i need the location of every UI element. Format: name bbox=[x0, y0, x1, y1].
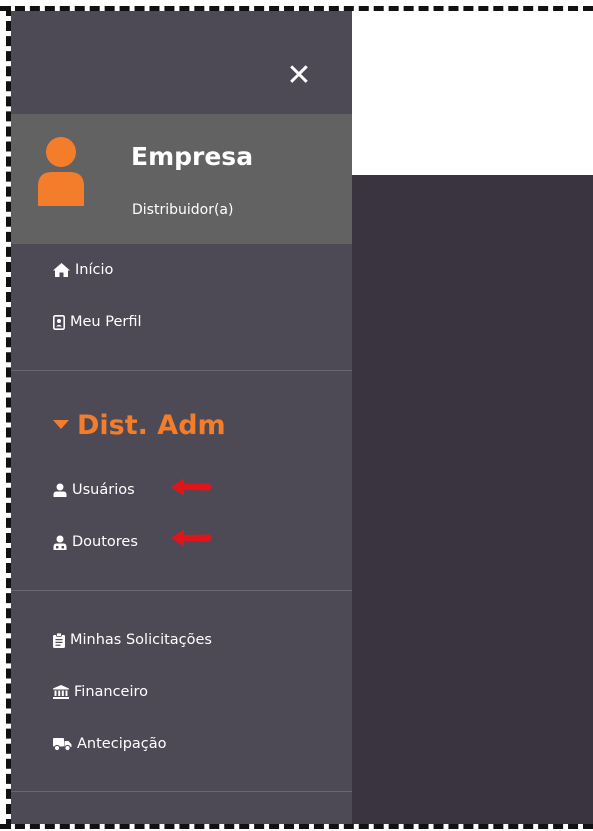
user-icon bbox=[38, 137, 84, 206]
divider bbox=[11, 590, 352, 591]
section-title: Dist. Adm bbox=[77, 409, 226, 441]
clipboard-icon bbox=[53, 632, 65, 648]
profile-card: Empresa Distribuidor(a) bbox=[11, 114, 352, 244]
sidebar-item-label: Minhas Solicitações bbox=[70, 632, 212, 648]
content-overlay bbox=[352, 175, 593, 824]
sidebar-item-label: Usuários bbox=[72, 482, 135, 498]
sidebar-item-label: Meu Perfil bbox=[70, 314, 142, 330]
sidebar-item-usuarios[interactable]: Usuários bbox=[53, 477, 135, 503]
annotation-arrow-usuarios bbox=[171, 478, 212, 496]
sidebar-item-inicio[interactable]: Início bbox=[53, 257, 113, 283]
dashed-frame-bottom bbox=[0, 824, 593, 829]
divider bbox=[11, 791, 352, 792]
sidebar-item-antecipacao[interactable]: Antecipação bbox=[53, 731, 167, 757]
sidebar-item-minhas-solicitacoes[interactable]: Minhas Solicitações bbox=[53, 627, 212, 653]
sidebar-item-label: Financeiro bbox=[74, 684, 149, 700]
sidebar-item-label: Antecipação bbox=[77, 736, 167, 752]
sidebar-item-label: Início bbox=[75, 262, 114, 278]
sidebar-item-label: Doutores bbox=[72, 534, 138, 550]
section-toggle-dist-adm[interactable]: Dist. Adm bbox=[53, 407, 226, 443]
annotation-arrow-doutores bbox=[171, 529, 212, 547]
truck-icon bbox=[53, 738, 72, 751]
home-icon bbox=[53, 263, 70, 277]
content-header-area bbox=[352, 11, 593, 175]
sidebar: ✕ Empresa Distribuidor(a) Início Meu Per… bbox=[11, 11, 352, 824]
divider bbox=[11, 370, 352, 371]
sidebar-item-financeiro[interactable]: Financeiro bbox=[53, 679, 148, 705]
bank-icon bbox=[53, 685, 69, 699]
id-card-icon bbox=[53, 314, 65, 330]
close-icon[interactable]: ✕ bbox=[286, 58, 311, 93]
profile-name: Empresa bbox=[131, 142, 254, 171]
close-sidebar-button[interactable]: ✕ bbox=[281, 57, 317, 93]
user-icon bbox=[53, 483, 67, 497]
caret-down-icon bbox=[53, 420, 69, 429]
profile-role: Distribuidor(a) bbox=[132, 202, 234, 218]
user-doctor-icon bbox=[53, 535, 67, 550]
sidebar-item-doutores[interactable]: Doutores bbox=[53, 529, 138, 555]
sidebar-item-meu-perfil[interactable]: Meu Perfil bbox=[53, 309, 142, 335]
